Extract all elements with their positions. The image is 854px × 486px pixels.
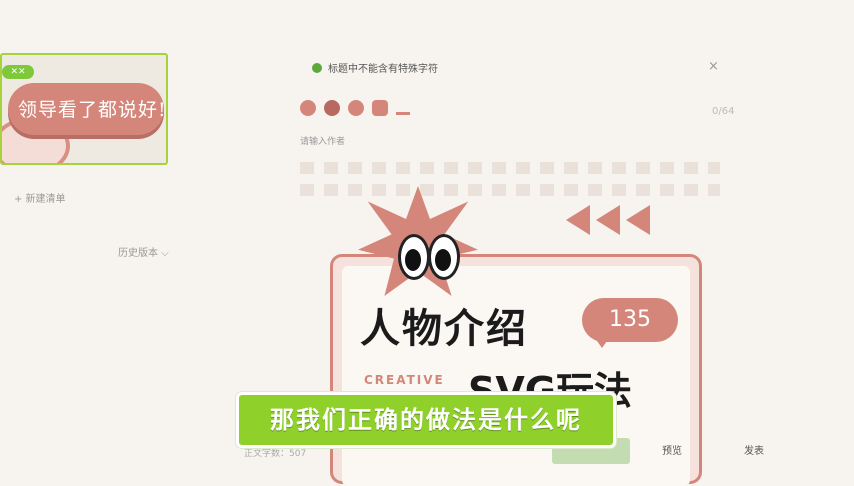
- faint-text-row: [300, 184, 720, 196]
- history-version-button[interactable]: 历史版本 ⌵: [118, 244, 169, 259]
- card-title: 人物介绍: [360, 306, 528, 352]
- emoji-toolbar: [300, 100, 410, 116]
- bubble-tail: [592, 334, 612, 348]
- emoji-icon[interactable]: [324, 100, 340, 116]
- triangle-icon: [596, 205, 620, 235]
- notice-text: 标题中不能含有特殊字符: [328, 64, 438, 75]
- triangle-icon: [626, 205, 650, 235]
- close-icon[interactable]: ×: [708, 59, 719, 74]
- triangle-icon: [566, 205, 590, 235]
- sticker-card: ✕✕ 领导看了都说好!: [0, 53, 168, 165]
- eye-icon: [398, 234, 430, 280]
- sticker-text: 领导看了都说好!: [18, 99, 167, 121]
- faint-text-row: [300, 162, 720, 174]
- title-counter: 0/64: [712, 106, 735, 117]
- preview-button[interactable]: 预览: [662, 442, 682, 457]
- emoji-icon[interactable]: [396, 100, 410, 115]
- publish-button[interactable]: 发表: [744, 442, 764, 457]
- eye-icon: [428, 234, 460, 280]
- new-list-button[interactable]: + 新建清单: [14, 190, 66, 205]
- arrow-decoration: [566, 205, 650, 235]
- creative-label: CREATIVE: [364, 373, 445, 387]
- author-input[interactable]: 请输入作者: [300, 134, 345, 147]
- emoji-icon[interactable]: [300, 100, 316, 116]
- notice-bar: 标题中不能含有特殊字符: [312, 60, 438, 75]
- emoji-icon[interactable]: [348, 100, 364, 116]
- video-subtitle: 那我们正确的做法是什么呢: [236, 392, 616, 448]
- sticker-badge: ✕✕: [2, 65, 34, 79]
- success-icon: [312, 62, 322, 73]
- emoji-icon[interactable]: [372, 100, 388, 116]
